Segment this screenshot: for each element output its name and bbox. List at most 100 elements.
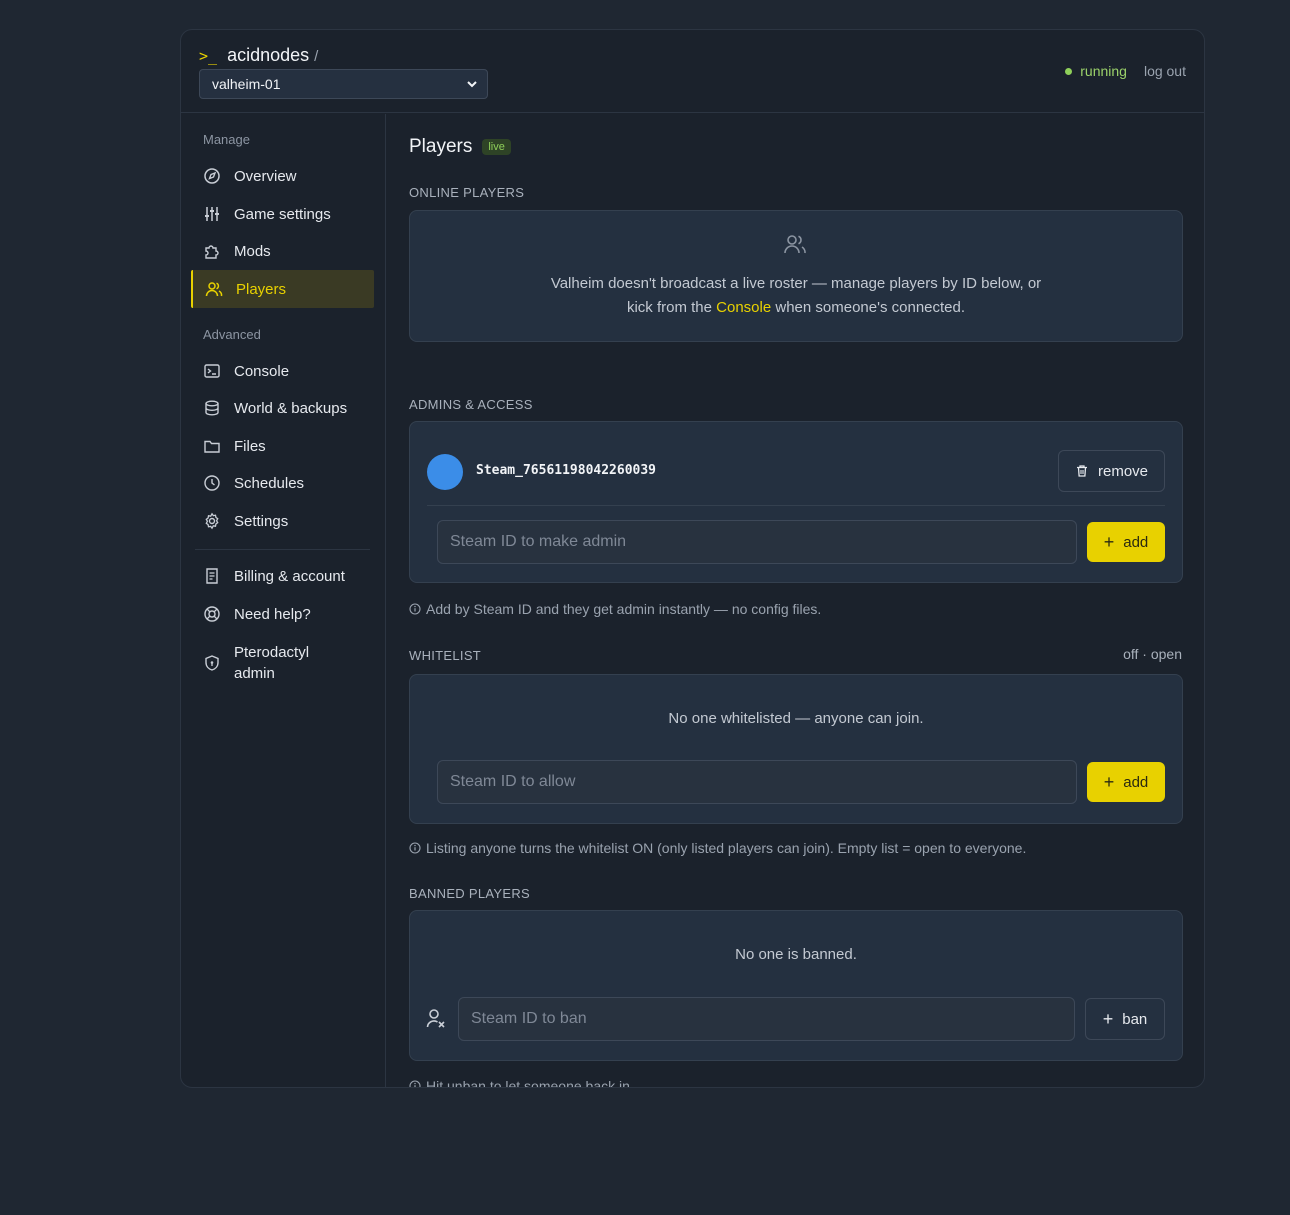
add-admin-button[interactable]: + add: [1087, 522, 1165, 562]
info-icon: [409, 603, 421, 615]
admins-card: Steam_76561198042260039 remove Steam ID …: [409, 421, 1183, 583]
terminal-icon: [204, 364, 220, 378]
header: >_ acidnodes / valheim-01 running log ou…: [181, 30, 1204, 113]
sidebar-item-label: Files: [234, 437, 266, 455]
database-icon: [205, 400, 219, 416]
sidebar-item-label: Schedules: [234, 474, 305, 492]
admins-hint-text: Add by Steam ID and they get admin insta…: [426, 601, 822, 617]
sidebar-divider: [195, 549, 370, 550]
receipt-icon: [206, 568, 218, 584]
divider: [427, 505, 1165, 506]
online-message-post: when someone's connected.: [771, 299, 966, 316]
sidebar-item-label: Billing & account: [234, 567, 345, 585]
live-badge: live: [482, 139, 511, 155]
app-window: >_ acidnodes / valheim-01 running log ou…: [180, 29, 1205, 1088]
trash-icon: [1076, 465, 1087, 477]
whitelist-steam-id-input[interactable]: Steam ID to allow: [437, 760, 1077, 804]
logout-link[interactable]: log out: [1144, 63, 1186, 79]
online-players-message-line2: kick from the Console when someone's con…: [410, 296, 1182, 320]
sidebar-item-billing[interactable]: Billing & account: [191, 557, 374, 595]
sidebar-item-files[interactable]: Files: [191, 427, 374, 465]
admin-steam-id-input[interactable]: Steam ID to make admin: [437, 520, 1077, 564]
section-label-banned: BANNED PLAYERS: [409, 886, 530, 901]
sidebar-item-label: Mods: [234, 242, 271, 260]
sidebar-item-label: Need help?: [234, 605, 311, 623]
whitelist-empty-message: No one whitelisted — anyone can join.: [668, 710, 924, 727]
console-link[interactable]: Console: [716, 299, 771, 316]
whitelist-state: off · open: [1123, 646, 1182, 662]
sidebar-section-manage: Manage: [203, 132, 250, 147]
sidebar-item-world-backups[interactable]: World & backups: [191, 389, 374, 427]
sidebar-item-players[interactable]: Players: [191, 270, 374, 308]
section-label-admins: ADMINS & ACCESS: [409, 397, 533, 412]
online-players-card: Valheim doesn't broadcast a live roster …: [409, 210, 1183, 342]
sidebar-item-label: World & backups: [234, 399, 348, 417]
main-content: Players live ONLINE PLAYERS Valheim does…: [387, 114, 1204, 1087]
whitelist-hint: Listing anyone turns the whitelist ON (o…: [409, 840, 1026, 856]
server-status: running: [1080, 63, 1127, 79]
brand-name: acidnodes: [227, 45, 310, 65]
user-x-icon: [426, 1009, 445, 1028]
users-icon: [784, 235, 806, 254]
sidebar-item-label: Players: [236, 280, 287, 298]
plus-icon: +: [1103, 532, 1115, 552]
add-label: add: [1123, 773, 1149, 791]
plus-icon: +: [1103, 772, 1115, 792]
admin-steam-id: Steam_76561198042260039: [476, 463, 657, 478]
sidebar-item-schedules[interactable]: Schedules: [191, 464, 374, 502]
whitelist-input-placeholder: Steam ID to allow: [450, 773, 576, 790]
ban-button[interactable]: + ban: [1085, 998, 1165, 1040]
sidebar-item-pterodactyl-admin[interactable]: Pterodactyl admin: [191, 641, 374, 685]
ban-label: ban: [1122, 1010, 1148, 1028]
terminal-prompt-icon: >_: [199, 47, 218, 65]
sidebar-item-console[interactable]: Console: [191, 352, 374, 390]
chevron-down-icon: [467, 81, 477, 88]
banned-card: No one is banned. Steam ID to ban + ban: [409, 910, 1183, 1061]
sidebar-item-label: Settings: [234, 512, 289, 530]
sidebar-item-label: Overview: [234, 167, 297, 185]
compass-icon: [204, 168, 220, 184]
banned-hint: Hit unban to let someone back in.: [409, 1078, 634, 1088]
shield-icon: [205, 655, 219, 671]
add-label: add: [1123, 533, 1149, 551]
sidebar-item-label: Pterodactyl admin: [234, 644, 310, 682]
banned-empty-message: No one is banned.: [735, 946, 857, 963]
sidebar-item-mods[interactable]: Mods: [191, 232, 374, 270]
page-title: Players: [409, 136, 473, 157]
sidebar-item-overview[interactable]: Overview: [191, 157, 374, 195]
sidebar-item-settings[interactable]: Settings: [191, 502, 374, 540]
clock-icon: [204, 475, 220, 491]
sidebar-item-game-settings[interactable]: Game settings: [191, 195, 374, 233]
remove-label: remove: [1097, 462, 1149, 480]
avatar: [427, 454, 463, 490]
brand[interactable]: >_ acidnodes /: [199, 45, 318, 66]
plus-icon: +: [1102, 1009, 1114, 1029]
remove-admin-button[interactable]: remove: [1058, 450, 1165, 492]
gear-icon: [205, 512, 219, 530]
server-select[interactable]: valheim-01: [199, 69, 488, 99]
puzzle-icon: [205, 245, 219, 259]
breadcrumb-separator: /: [314, 48, 319, 65]
info-icon: [409, 1080, 421, 1087]
sidebar-item-label: Game settings: [234, 205, 331, 223]
ban-steam-id-input[interactable]: Steam ID to ban: [458, 997, 1075, 1041]
ban-input-placeholder: Steam ID to ban: [471, 1010, 587, 1027]
sidebar: Manage Overview Game settings Mods Playe…: [181, 114, 386, 1087]
sidebar-section-advanced: Advanced: [203, 327, 261, 342]
online-players-message-line1: Valheim doesn't broadcast a live roster …: [550, 275, 1042, 292]
section-label-whitelist: WHITELIST: [409, 648, 482, 663]
sidebar-item-label: Console: [234, 362, 290, 380]
admins-hint: Add by Steam ID and they get admin insta…: [409, 601, 821, 617]
folder-icon: [204, 440, 220, 453]
users-icon: [205, 282, 223, 297]
info-icon: [409, 842, 421, 854]
whitelist-card: No one whitelisted — anyone can join. St…: [409, 674, 1183, 824]
whitelist-hint-text: Listing anyone turns the whitelist ON (o…: [426, 840, 1027, 856]
add-whitelist-button[interactable]: + add: [1087, 762, 1165, 802]
status-dot-icon: [1065, 67, 1073, 75]
server-select-value: valheim-01: [212, 76, 281, 92]
sidebar-item-help[interactable]: Need help?: [191, 595, 374, 633]
banned-hint-text: Hit unban to let someone back in.: [426, 1078, 634, 1088]
section-label-online: ONLINE PLAYERS: [409, 185, 525, 200]
admin-input-placeholder: Steam ID to make admin: [450, 533, 627, 550]
